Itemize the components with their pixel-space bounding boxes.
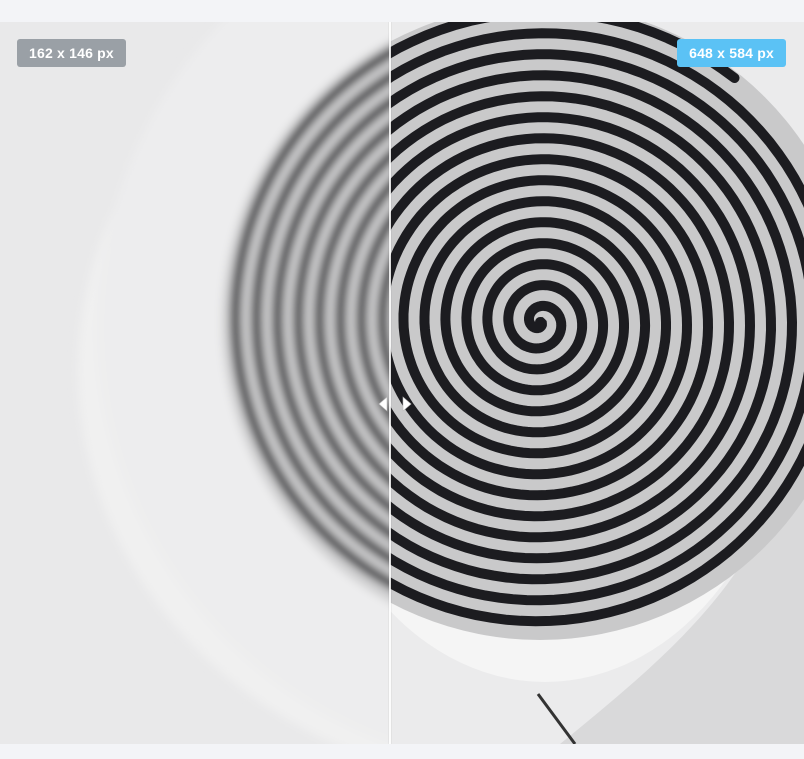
low-resolution-size-badge: 162 x 146 px — [17, 39, 126, 67]
low-resolution-pane — [0, 22, 390, 744]
high-resolution-size-badge: 648 x 584 px — [677, 39, 786, 67]
page-footer-strip — [0, 744, 804, 759]
comparison-divider[interactable] — [389, 22, 391, 744]
high-resolution-image — [390, 22, 804, 744]
arrow-right-icon — [402, 396, 412, 412]
high-resolution-pane — [390, 22, 804, 744]
comparison-slider-handle[interactable] — [366, 386, 416, 422]
image-comparison-viewer[interactable]: 162 x 146 px 648 x 584 px — [0, 22, 804, 744]
arrow-left-icon — [378, 396, 388, 412]
low-resolution-image — [0, 22, 390, 744]
